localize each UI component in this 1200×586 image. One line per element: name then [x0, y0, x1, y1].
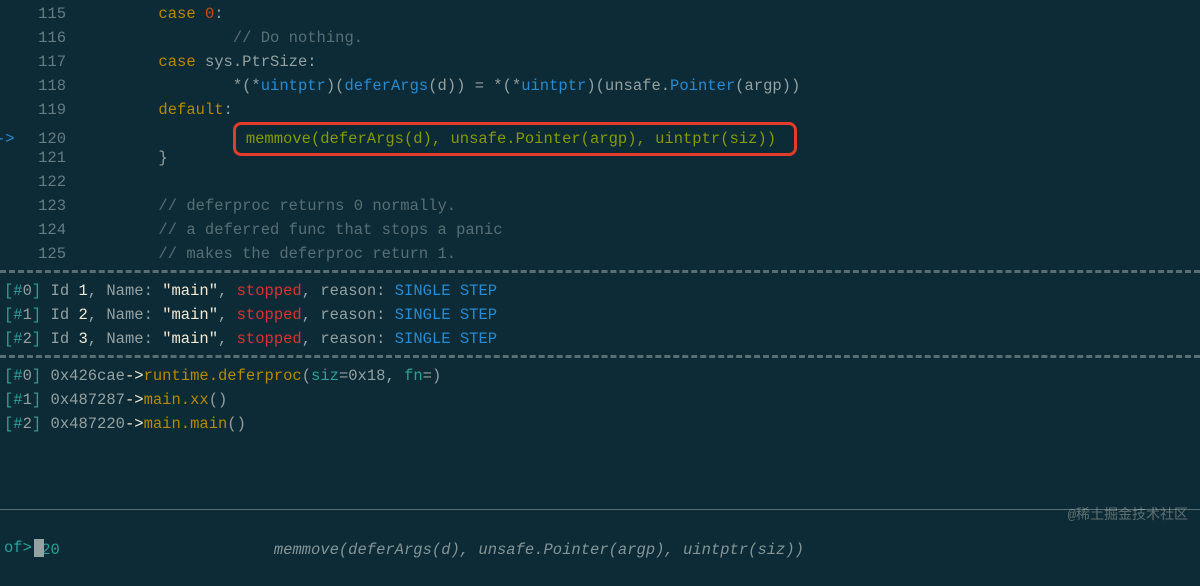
thread-row[interactable]: [#0] Id 1, Name: "main", stopped, reason… [0, 279, 1200, 303]
stack-frame[interactable]: [#2] 0x487220->main.main() [0, 412, 1200, 436]
code-line: 118 *(*uintptr)(deferArgs(d)) = *(*uintp… [0, 74, 1200, 98]
code-line: 124 // a deferred func that stops a pani… [0, 218, 1200, 242]
stack-frame[interactable]: [#1] 0x487287->main.xx() [0, 388, 1200, 412]
stack-frame[interactable]: [#0] 0x426cae->runtime.deferproc(siz=0x1… [0, 364, 1200, 388]
code-line: 121 } [0, 146, 1200, 170]
status-bar: 20 memmove(deferArgs(d), unsafe.Pointer(… [0, 509, 1200, 558]
divider-dashed-1 [0, 270, 1200, 273]
current-line-arrow-icon: -> [0, 127, 15, 151]
cursor [34, 539, 44, 557]
code-content: // a deferred func that stops a panic [84, 218, 1200, 242]
thread-row[interactable]: [#1] Id 2, Name: "main", stopped, reason… [0, 303, 1200, 327]
line-number: 122 [0, 170, 84, 194]
code-line: 116 // Do nothing. [0, 26, 1200, 50]
code-content: // deferproc returns 0 normally. [84, 194, 1200, 218]
code-line: 125 // makes the deferproc return 1. [0, 242, 1200, 266]
code-content: // makes the deferproc return 1. [84, 242, 1200, 266]
prompt-label: of> [4, 536, 32, 560]
code-line: 123 // deferproc returns 0 normally. [0, 194, 1200, 218]
line-number: 118 [0, 74, 84, 98]
code-content: *(*uintptr)(deferArgs(d)) = *(*uintptr)(… [84, 74, 1200, 98]
code-content: } [84, 146, 1200, 170]
code-content: // Do nothing. [84, 26, 1200, 50]
callstack-pane: [#0] 0x426cae->runtime.deferproc(siz=0x1… [0, 364, 1200, 436]
code-content: case sys.PtrSize: [84, 50, 1200, 74]
current-line-num: 20 [41, 541, 60, 559]
divider-dashed-2 [0, 355, 1200, 358]
code-line: 115 case 0: [0, 2, 1200, 26]
code-line: 117 case sys.PtrSize: [0, 50, 1200, 74]
line-number: 123 [0, 194, 84, 218]
code-line: 122 [0, 170, 1200, 194]
code-line: 119 default: [0, 98, 1200, 122]
code-content: case 0: [84, 2, 1200, 26]
current-line-echo: 20 memmove(deferArgs(d), unsafe.Pointer(… [0, 514, 1200, 538]
code-content: default: [84, 98, 1200, 122]
code-line: ->120 memmove(deferArgs(d), unsafe.Point… [0, 122, 1200, 146]
line-number: 124 [0, 218, 84, 242]
line-number: ->120 [0, 127, 84, 151]
line-number: 119 [0, 98, 84, 122]
line-number: 117 [0, 50, 84, 74]
line-number: 116 [0, 26, 84, 50]
thread-row[interactable]: [#2] Id 3, Name: "main", stopped, reason… [0, 327, 1200, 351]
current-line-text: memmove(deferArgs(d), unsafe.Pointer(arg… [274, 541, 804, 559]
line-number: 115 [0, 2, 84, 26]
threads-pane: [#0] Id 1, Name: "main", stopped, reason… [0, 279, 1200, 351]
bottom-spacer [60, 541, 274, 559]
source-code-pane: 115 case 0:116 // Do nothing.117 case sy… [0, 0, 1200, 266]
watermark: @稀土掘金技术社区 [1068, 506, 1188, 528]
line-number: 125 [0, 242, 84, 266]
